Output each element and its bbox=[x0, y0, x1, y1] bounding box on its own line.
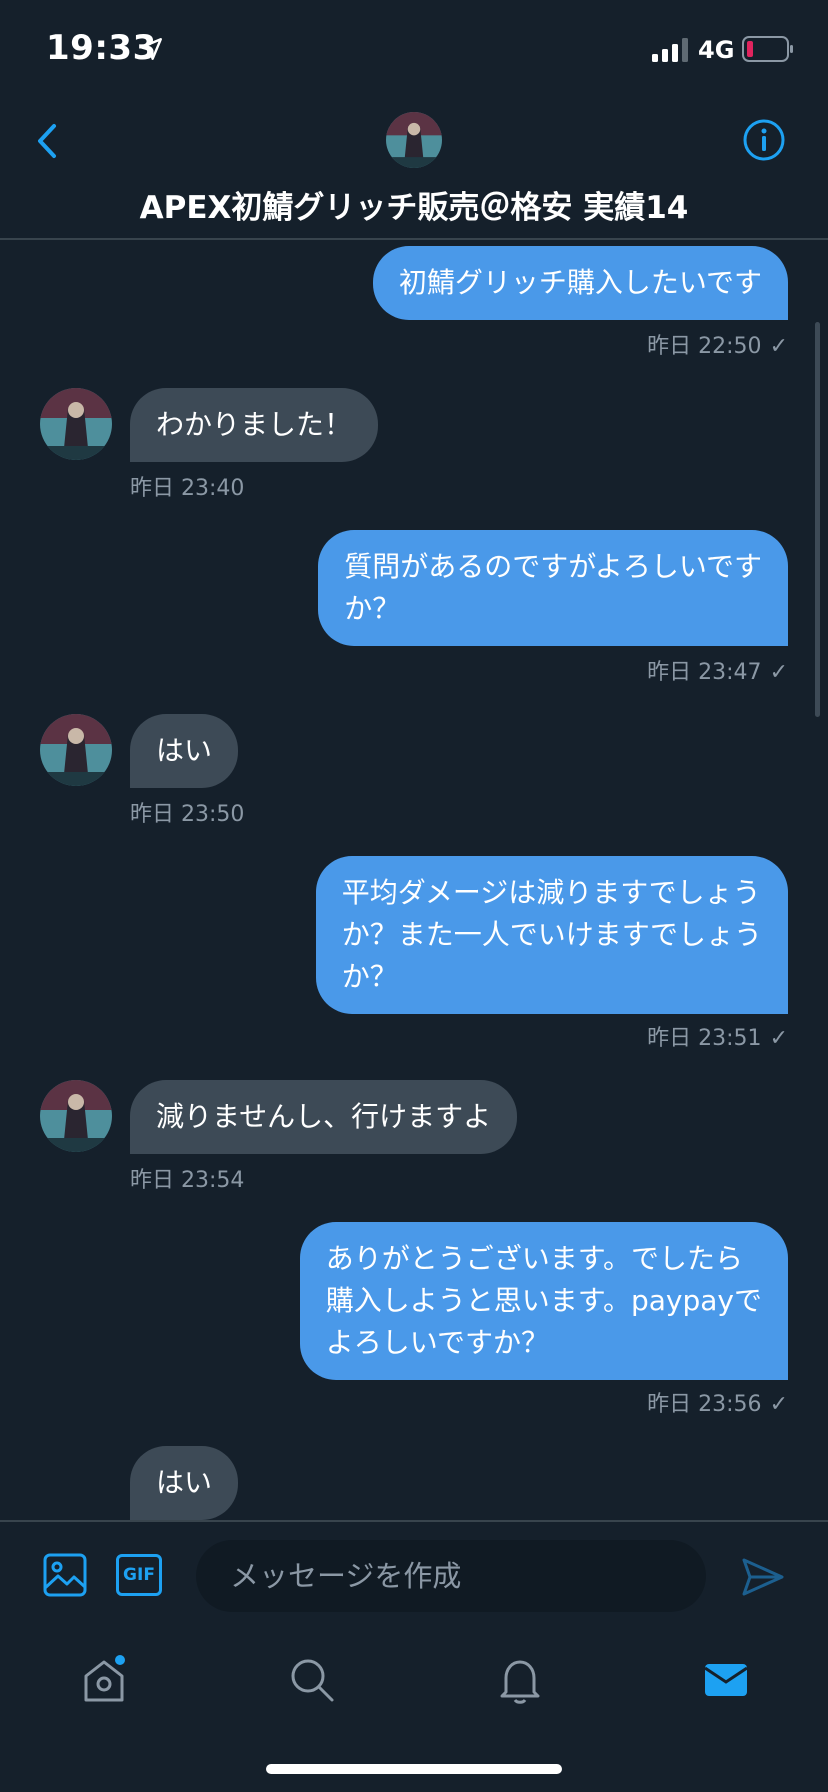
battery-low-icon bbox=[742, 36, 793, 62]
image-icon[interactable] bbox=[42, 1552, 88, 1598]
read-check-icon: ✓ bbox=[769, 334, 788, 359]
message-text: ありがとうございます。でしたら bbox=[325, 1242, 743, 1275]
message-text: か？また一人でいけますでしょう bbox=[341, 918, 762, 951]
tab-bar bbox=[0, 1630, 828, 1730]
status-bar: 19:33 4G bbox=[0, 0, 828, 100]
message-text: か？ bbox=[341, 960, 398, 993]
message-text: 質問があるのですがよろしいです bbox=[344, 550, 762, 583]
avatar[interactable] bbox=[386, 112, 442, 168]
gif-label: GIF bbox=[123, 1565, 155, 1585]
message-text: 平均ダメージは減りますでしょう bbox=[341, 876, 761, 909]
signal-bars-icon bbox=[652, 38, 688, 62]
home-indicator[interactable] bbox=[266, 1764, 562, 1774]
message-timestamp: 昨日 23:50 bbox=[130, 802, 245, 827]
network-type: 4G bbox=[698, 36, 735, 64]
message-text: はい bbox=[156, 1466, 213, 1499]
sent-message-bubble[interactable]: 平均ダメージは減りますでしょう か？また一人でいけますでしょう か？ bbox=[315, 856, 788, 1014]
message-timestamp: 昨日 23:51 ✓ bbox=[647, 1026, 788, 1051]
message-timestamp: 昨日 23:54 bbox=[130, 1168, 245, 1193]
sent-message-bubble[interactable]: 質問があるのですがよろしいです か？ bbox=[318, 530, 788, 646]
scrollbar[interactable] bbox=[815, 322, 820, 717]
notifications-bell-icon[interactable] bbox=[494, 1654, 546, 1706]
message-text: はい bbox=[156, 734, 213, 767]
sent-message-bubble[interactable]: 初鯖グリッチ購入したいです bbox=[372, 246, 788, 320]
message-text: よろしいですか？ bbox=[325, 1326, 549, 1359]
read-check-icon: ✓ bbox=[769, 1026, 788, 1051]
message-text: か？ bbox=[344, 592, 401, 625]
avatar[interactable] bbox=[40, 714, 112, 786]
home-icon[interactable] bbox=[78, 1654, 130, 1706]
message-composer: GIF bbox=[0, 1520, 828, 1630]
message-text: わかりました！ bbox=[156, 408, 353, 441]
received-message-bubble[interactable]: はい bbox=[130, 714, 239, 788]
read-check-icon: ✓ bbox=[769, 1392, 788, 1417]
messages-mail-icon[interactable] bbox=[700, 1654, 752, 1706]
avatar[interactable] bbox=[40, 388, 112, 460]
message-text: 減りませんし、行けますよ bbox=[156, 1100, 492, 1133]
conversation-header: APEX初鯖グリッチ販売＠格安 実績14 bbox=[0, 100, 828, 240]
send-icon[interactable] bbox=[740, 1554, 786, 1600]
location-arrow-icon bbox=[140, 38, 162, 60]
message-timestamp: 昨日 23:56 ✓ bbox=[647, 1392, 788, 1417]
message-timestamp: 昨日 23:40 bbox=[130, 476, 245, 501]
message-timestamp: 昨日 22:50 ✓ bbox=[647, 334, 788, 359]
sent-message-bubble[interactable]: ありがとうございます。でしたら 購入しようと思います。paypayで よろしいで… bbox=[299, 1222, 788, 1380]
message-text: 購入しようと思います。paypayで bbox=[325, 1284, 762, 1317]
back-arrow-icon[interactable] bbox=[32, 120, 62, 162]
avatar[interactable] bbox=[40, 1080, 112, 1152]
message-timestamp: 昨日 23:47 ✓ bbox=[647, 660, 788, 685]
conversation-title: APEX初鯖グリッチ販売＠格安 実績14 bbox=[139, 190, 689, 226]
message-input[interactable] bbox=[196, 1540, 706, 1612]
gif-icon[interactable]: GIF bbox=[116, 1554, 162, 1596]
search-icon[interactable] bbox=[286, 1654, 338, 1706]
received-message-bubble[interactable]: はい bbox=[130, 1446, 239, 1520]
info-icon[interactable] bbox=[742, 118, 786, 162]
received-message-bubble[interactable]: わかりました！ bbox=[130, 388, 379, 462]
received-message-bubble[interactable]: 減りませんし、行けますよ bbox=[130, 1080, 518, 1154]
message-text: 初鯖グリッチ購入したいです bbox=[398, 266, 762, 299]
message-list[interactable]: 初鯖グリッチ購入したいです 昨日 22:50 ✓ わかりました！ 昨日 23:40… bbox=[0, 242, 828, 1520]
read-check-icon: ✓ bbox=[769, 660, 788, 685]
